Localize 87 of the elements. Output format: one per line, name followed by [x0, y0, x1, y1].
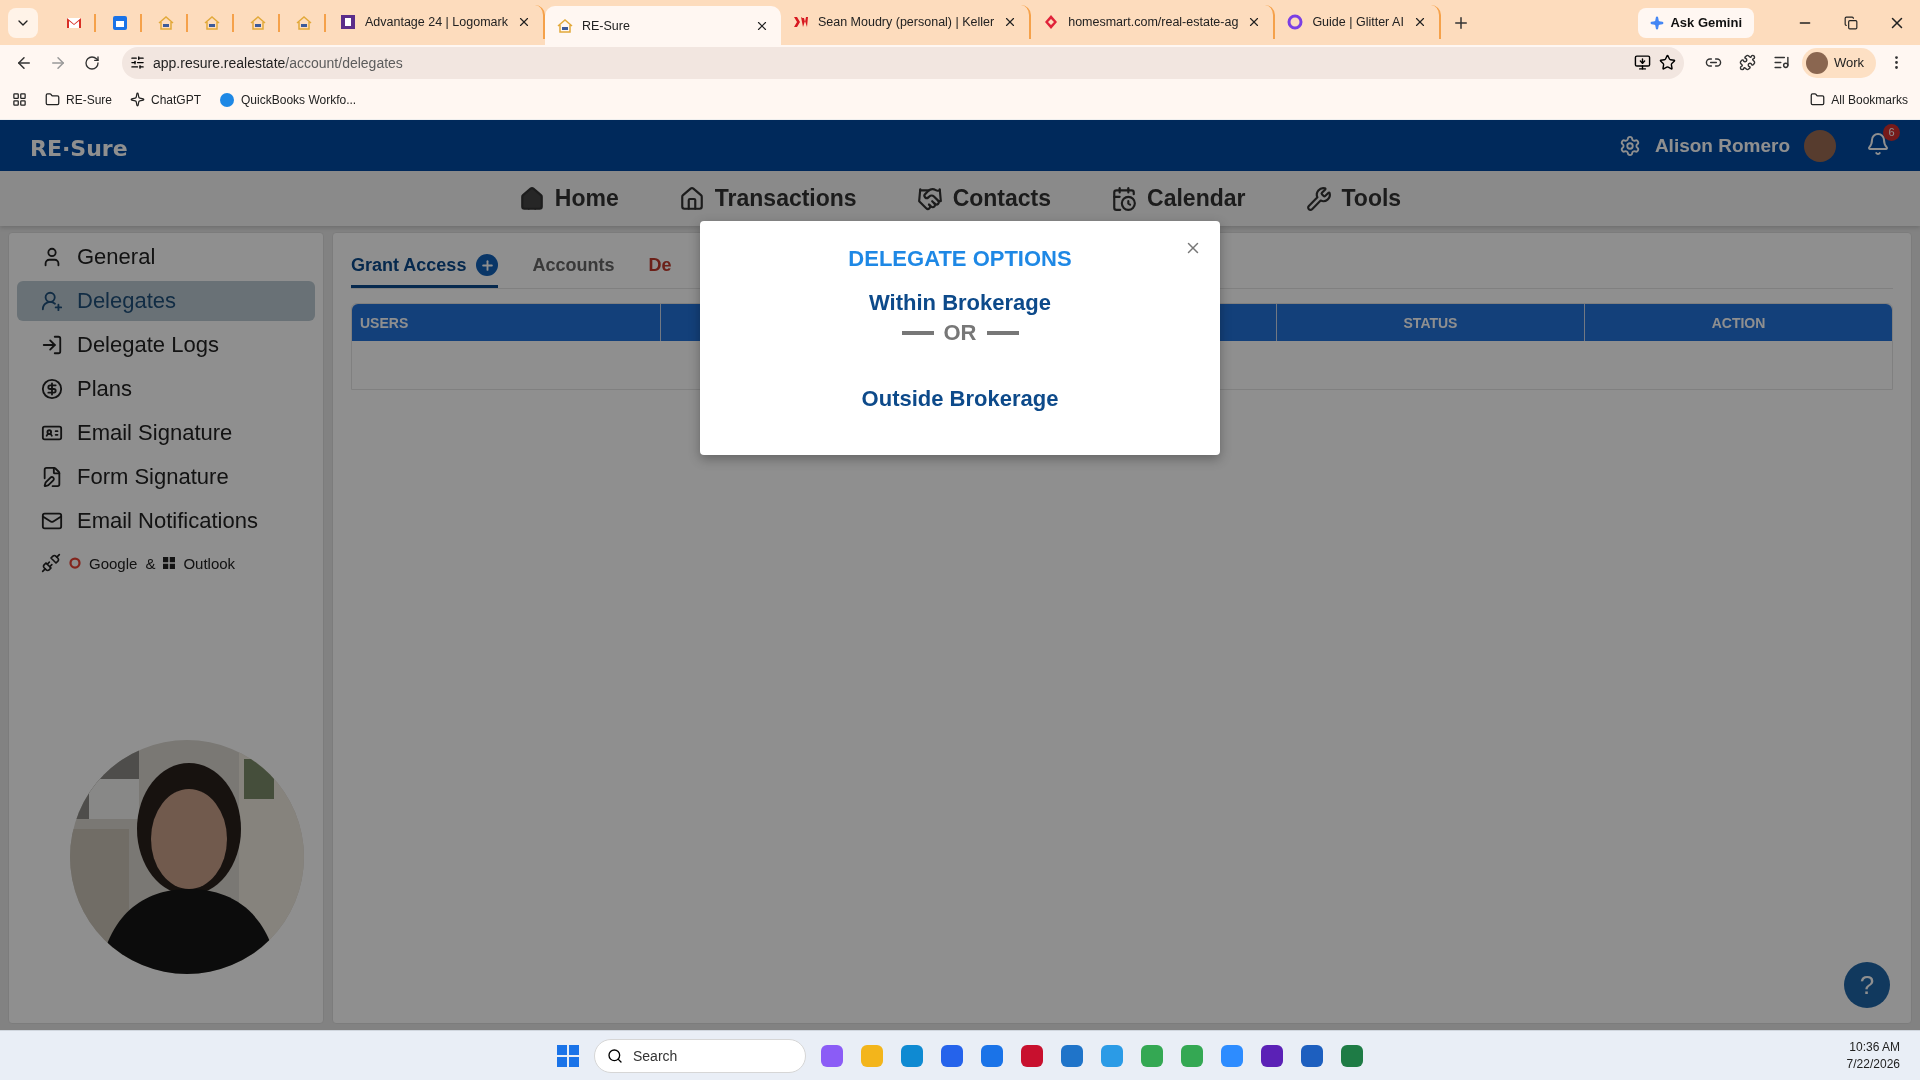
browser-tab[interactable]: Guide | Glitter AI	[1275, 5, 1441, 39]
all-bookmarks[interactable]: All Bookmarks	[1810, 92, 1908, 107]
dollar-icon	[41, 378, 63, 400]
handshake-icon	[916, 185, 943, 212]
browser-tab[interactable]: Advantage 24 | Logomark	[328, 5, 545, 39]
sidebar-item[interactable]: Plans	[17, 369, 315, 409]
profile-button[interactable]: Work	[1801, 47, 1876, 78]
bookmark[interactable]: RE-Sure	[45, 92, 112, 107]
sidebar-item[interactable]: Email Signature	[17, 413, 315, 453]
search-input[interactable]: Search	[631, 1046, 751, 1065]
house-icon	[296, 14, 312, 31]
tab[interactable]: Grant Access	[351, 245, 499, 288]
nav-link[interactable]: Transactions	[678, 185, 857, 212]
sidebar-item[interactable]: Form Signature	[17, 457, 315, 497]
install-icon[interactable]	[1633, 54, 1651, 71]
site-settings-icon[interactable]	[130, 55, 145, 70]
sparkle-icon	[1650, 15, 1665, 30]
google-icon	[69, 557, 81, 569]
tab-search-button[interactable]	[8, 7, 38, 38]
sidebar-item[interactable]: Delegate Logs	[17, 325, 315, 365]
nav-link[interactable]: Contacts	[916, 185, 1052, 212]
column-header: STATUS	[1276, 304, 1584, 341]
column-header: ACTION	[1584, 304, 1892, 341]
reload-icon[interactable]	[84, 54, 100, 71]
house-icon	[158, 14, 174, 31]
url-path: /account/delegates	[285, 54, 403, 71]
circle-icon	[219, 91, 236, 108]
mail-icon	[41, 510, 63, 532]
dialog-title: DELEGATE OPTIONS	[848, 246, 1072, 272]
nav-link[interactable]: Home	[518, 185, 619, 212]
clock-time: 10:36 AM	[1849, 1040, 1900, 1054]
media-icon[interactable]	[1773, 54, 1791, 71]
option-link[interactable]: Outside Brokerage	[861, 386, 1059, 412]
sidebar-item[interactable]: General	[17, 237, 315, 277]
calendar-icon	[112, 14, 128, 31]
nav-link[interactable]: Tools	[1305, 185, 1402, 212]
nav-link[interactable]: Calendar	[1111, 185, 1246, 212]
house-icon	[678, 185, 705, 212]
home-icon	[518, 185, 545, 212]
tab[interactable]: Accounts	[532, 245, 615, 288]
tab[interactable]: De	[648, 245, 672, 288]
logo[interactable]: RE·Sure	[30, 130, 128, 161]
bookmark[interactable]: ChatGPT	[130, 92, 202, 107]
extensions-icon[interactable]	[1739, 54, 1757, 71]
option-link[interactable]: Within Brokerage	[869, 290, 1051, 316]
house-icon	[250, 14, 266, 31]
browser-tab[interactable]: RE-Sure	[544, 6, 781, 45]
user-name: Alison Romero	[1654, 134, 1790, 157]
url-host: app.resure.realestate	[153, 54, 286, 71]
sidebar-item[interactable]: Delegates	[17, 281, 315, 321]
log-in-icon	[41, 334, 63, 356]
apps-icon[interactable]	[12, 92, 27, 107]
clock-date: 7/22/2026	[1846, 1057, 1900, 1071]
separator-text: OR	[943, 320, 977, 346]
plus-icon[interactable]	[476, 254, 499, 276]
search-icon	[607, 1047, 623, 1064]
column-header: USERS	[359, 313, 410, 333]
avatar	[1805, 51, 1828, 74]
browser-tab[interactable]: homesmart.com/real-estate-ag	[1031, 5, 1276, 39]
restore-icon[interactable]	[1844, 15, 1858, 30]
address-bar[interactable]: app.resure.realestate/account/delegates	[122, 46, 1684, 79]
square-icon	[340, 14, 356, 30]
calendar-icon	[1111, 185, 1138, 212]
ask-gemini-button[interactable]: Ask Gemini	[1638, 7, 1754, 38]
user-plus-icon	[41, 290, 63, 312]
house-icon	[204, 14, 220, 31]
windows-icon	[163, 557, 176, 569]
bookmark-star-icon[interactable]	[1658, 54, 1676, 71]
file-pen-icon	[41, 466, 63, 488]
browser-tab[interactable]: Sean Moudry (personal) | Keller	[780, 5, 1032, 39]
plug-icon	[41, 553, 61, 573]
folder-icon	[45, 92, 60, 107]
bookmark[interactable]: QuickBooks Workfo...	[219, 91, 357, 108]
sidebar-item[interactable]: Email Notifications	[17, 501, 315, 541]
logo-icon	[792, 14, 809, 30]
search-field[interactable]: Search	[594, 1038, 806, 1073]
outlook-label[interactable]: Outlook	[183, 554, 236, 572]
logo-icon	[1287, 14, 1304, 30]
settings-icon[interactable]	[1618, 134, 1641, 157]
wrench-icon	[1305, 185, 1332, 212]
bell-icon[interactable]	[1866, 131, 1890, 156]
house-icon	[556, 17, 573, 34]
joiner-text: &	[145, 554, 156, 572]
notification-badge: 6	[1883, 123, 1900, 141]
folder-icon	[1810, 92, 1826, 107]
diamond-icon	[1043, 14, 1060, 30]
google-label[interactable]: Google	[89, 554, 138, 572]
